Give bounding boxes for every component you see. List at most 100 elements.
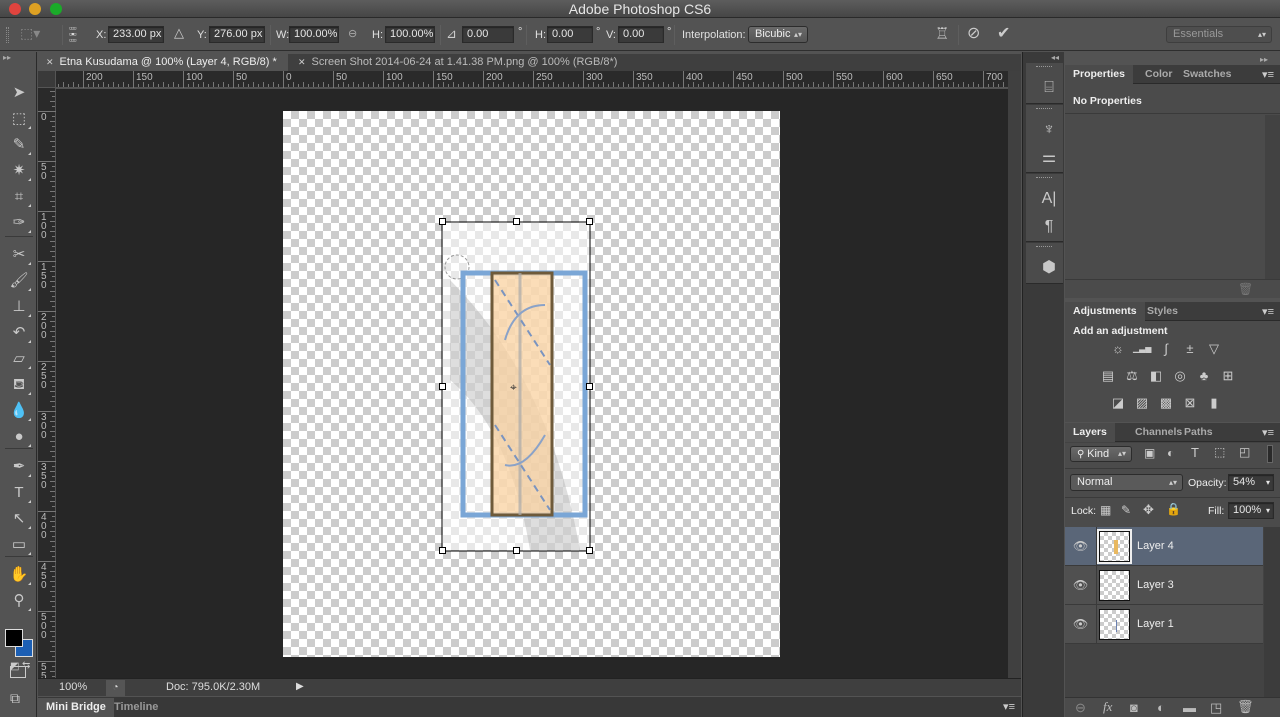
tab-styles[interactable]: Styles — [1139, 302, 1186, 321]
paragraph-panel-icon[interactable]: ¶ — [1038, 216, 1060, 238]
transform-handle-bottom-right[interactable] — [586, 547, 593, 554]
transform-center-icon[interactable]: ⌖ — [510, 380, 517, 395]
photo-filter-icon[interactable]: ◎ — [1171, 368, 1189, 384]
quick-mask-icon[interactable] — [10, 666, 26, 678]
hue-saturation-icon[interactable]: ▤ — [1099, 368, 1117, 384]
lock-pixels-icon[interactable]: ✎ — [1121, 503, 1131, 517]
3d-panel-icon[interactable]: ⬢ — [1038, 257, 1060, 279]
pen-tool[interactable]: ✒ — [6, 456, 32, 478]
warp-mode-icon[interactable]: ♖ — [935, 24, 949, 44]
lasso-tool[interactable]: ✎ — [6, 134, 32, 156]
panel-menu-icon[interactable]: ▾≡ — [1262, 426, 1274, 439]
path-selection-tool[interactable]: ↖ — [6, 508, 32, 530]
layer-name[interactable]: Layer 1 — [1137, 618, 1174, 630]
tab-color[interactable]: Color — [1137, 65, 1180, 84]
channel-mixer-icon[interactable]: ♣ — [1195, 368, 1213, 384]
commit-transform-icon[interactable]: ✔ — [997, 23, 1010, 43]
horizontal-ruler[interactable]: 200 150 100 50 0 50 100 150 200 250 300 350 400 450 50… — [56, 71, 1008, 88]
layer-row[interactable]: 👁 Layer 4 — [1065, 527, 1263, 566]
document-tab[interactable]: ✕ Screen Shot 2014-06-24 at 1.41.38 PM.pn… — [290, 54, 650, 71]
magic-wand-tool[interactable]: ✷ — [6, 160, 32, 182]
options-bar-grip[interactable] — [6, 27, 9, 43]
tab-swatches[interactable]: Swatches — [1175, 65, 1239, 84]
paint-bucket-tool[interactable]: ⛾ — [6, 374, 32, 396]
brush-tool[interactable]: 🖌 — [6, 270, 32, 292]
vibrance-icon[interactable]: ▽ — [1205, 341, 1223, 357]
transform-handle-left[interactable] — [439, 383, 446, 390]
collapse-toolbox-icon[interactable]: ▸▸ — [3, 53, 11, 62]
levels-icon[interactable]: ▁▃▅ — [1133, 341, 1151, 357]
close-tab-icon[interactable]: ✕ — [298, 57, 306, 67]
status-menu-arrow-icon[interactable]: ▶ — [296, 681, 304, 692]
gradient-map-icon[interactable]: ▮ — [1205, 395, 1223, 411]
layer-name[interactable]: Layer 4 — [1137, 540, 1174, 552]
rotate-field[interactable]: 0.00 — [462, 26, 514, 43]
transform-handle-top-right[interactable] — [586, 218, 593, 225]
brightness-contrast-icon[interactable]: ☼ — [1109, 341, 1127, 357]
marquee-tool[interactable]: ⬚ — [6, 108, 32, 130]
transform-handle-top-left[interactable] — [439, 218, 446, 225]
width-field[interactable]: 100.00% — [289, 26, 339, 43]
eyedropper-tool[interactable]: ✑ — [6, 212, 32, 234]
dodge-tool[interactable]: ● — [6, 426, 32, 448]
healing-brush-tool[interactable]: ✂ — [6, 244, 32, 266]
filter-toggle[interactable] — [1267, 445, 1273, 463]
transform-handle-top[interactable] — [513, 218, 520, 225]
posterize-icon[interactable]: ▨ — [1133, 395, 1151, 411]
height-field[interactable]: 100.00% — [385, 26, 435, 43]
panel-menu-icon[interactable]: ▾≡ — [1262, 305, 1274, 318]
delete-layer-icon[interactable]: 🗑 — [1237, 699, 1254, 715]
panel-menu-icon[interactable]: ▾≡ — [1262, 68, 1274, 81]
color-lookup-icon[interactable]: ⊞ — [1219, 368, 1237, 384]
tab-properties[interactable]: Properties — [1065, 65, 1133, 84]
blur-tool[interactable]: 💧 — [6, 400, 32, 422]
new-group-icon[interactable]: ▬ — [1183, 700, 1196, 715]
layer-row[interactable]: 👁 Layer 1 — [1065, 605, 1263, 644]
reference-point-icon[interactable]: ▫▫▫ ▫▪▫ ▫▫▫ — [69, 24, 88, 45]
new-layer-icon[interactable]: ◳ — [1210, 700, 1222, 716]
transform-handle-right[interactable] — [586, 383, 593, 390]
expand-panels-icon[interactable]: ▸▸ — [1260, 55, 1268, 64]
vertical-scrollbar[interactable] — [1008, 71, 1021, 678]
add-mask-icon[interactable]: ◙ — [1130, 700, 1138, 715]
type-tool[interactable]: T — [6, 482, 32, 504]
invert-icon[interactable]: ◪ — [1109, 395, 1127, 411]
layers-scrollbar[interactable] — [1264, 527, 1280, 697]
visibility-eye-icon[interactable]: 👁 — [1073, 578, 1088, 592]
status-share-icon[interactable]: ◔ — [106, 680, 125, 696]
crop-tool[interactable]: ⌗ — [6, 186, 32, 208]
screen-mode-icon[interactable]: ⧉ — [10, 690, 20, 707]
tab-mini-bridge[interactable]: Mini Bridge — [38, 698, 114, 717]
color-balance-icon[interactable]: ⚖ — [1123, 368, 1141, 384]
close-tab-icon[interactable]: ✕ — [46, 57, 54, 67]
layer-filter-select[interactable]: ⚲ Kind ▴▾ — [1070, 446, 1132, 462]
new-adjustment-layer-icon[interactable]: ◐ — [1157, 700, 1165, 715]
vertical-ruler[interactable]: 0 50 100 150 200 250 300 350 400 450 500 55 — [38, 88, 56, 682]
zoom-level[interactable]: 100% — [59, 681, 87, 693]
x-field[interactable]: 233.00 px — [108, 26, 164, 43]
opacity-field[interactable]: 54% ▾ — [1228, 474, 1274, 491]
history-brush-tool[interactable]: ↶ — [6, 322, 32, 344]
panel-menu-icon[interactable]: ▾≡ — [1003, 700, 1015, 713]
character-panel-icon[interactable]: A| — [1038, 188, 1060, 210]
relative-position-icon[interactable]: △ — [174, 25, 184, 41]
curves-icon[interactable]: ∫ — [1157, 341, 1175, 357]
lock-all-icon[interactable]: 🔒 — [1166, 502, 1181, 516]
fx-icon[interactable]: fx — [1103, 699, 1112, 715]
visibility-eye-icon[interactable]: 👁 — [1073, 617, 1088, 631]
filter-type-icon[interactable]: T — [1191, 445, 1199, 460]
tab-adjustments[interactable]: Adjustments — [1065, 302, 1145, 321]
eraser-tool[interactable]: ▱ — [6, 348, 32, 370]
tool-preset-icon[interactable]: ⬚▾ — [20, 25, 40, 42]
minimize-window-button[interactable] — [29, 3, 41, 15]
zoom-window-button[interactable] — [50, 3, 62, 15]
layer-name[interactable]: Layer 3 — [1137, 579, 1174, 591]
workspace-switcher[interactable]: Essentials ▴▾ — [1166, 26, 1272, 43]
ruler-origin[interactable] — [38, 71, 56, 88]
filter-pixel-icon[interactable]: ▣ — [1144, 446, 1155, 460]
lock-transparency-icon[interactable]: ▦ — [1100, 503, 1111, 517]
visibility-eye-icon[interactable]: 👁 — [1073, 539, 1088, 553]
filter-adjustment-icon[interactable]: ◐ — [1167, 446, 1174, 460]
transform-handle-bottom-left[interactable] — [439, 547, 446, 554]
hand-tool[interactable]: ✋ — [6, 564, 32, 586]
